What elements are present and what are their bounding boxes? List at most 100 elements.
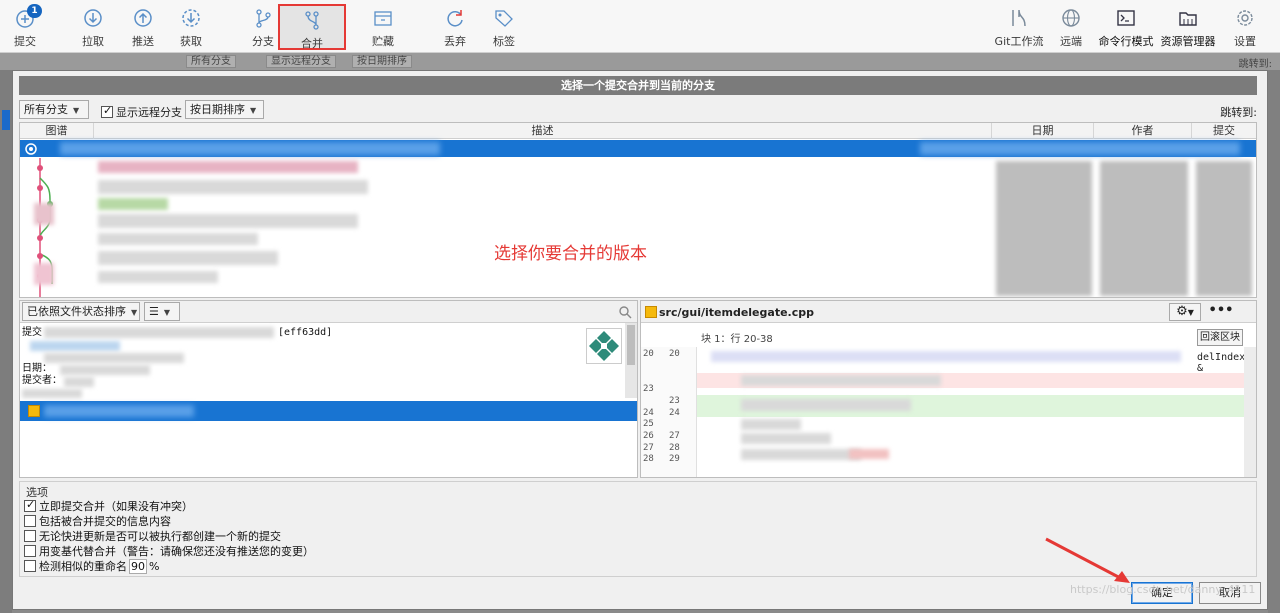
checkbox-box	[24, 515, 36, 527]
line-number-gutter: 20 23 24 25 26 27 28 20 23 24 27 28 29	[641, 347, 697, 477]
option-include-messages[interactable]: 包括被合并提交的信息内容	[24, 513, 171, 529]
pull-button[interactable]: 拉取	[68, 4, 118, 50]
view-mode-select[interactable]: ☰ ▼	[144, 302, 180, 321]
branch-filter-value: 所有分支	[24, 103, 68, 116]
option-detect-renames[interactable]: 检测相似的重命名 90%	[24, 558, 159, 574]
settings-button[interactable]: 设置	[1220, 4, 1270, 50]
settings-label: 设置	[1234, 35, 1256, 48]
head-commit-icon	[25, 143, 37, 155]
merge-dialog: 选择一个提交合并到当前的分支 所有分支▼ 显示远程分支 按日期排序▼ 跳转到: …	[12, 70, 1268, 610]
git-flow-icon	[1012, 9, 1026, 27]
chevron-down-icon: ▼	[131, 308, 138, 317]
commit-hash: [eff63dd]	[278, 327, 333, 338]
modified-file-icon	[28, 405, 40, 417]
discard-icon	[447, 10, 463, 27]
old-line-numbers: 20 23 24 25 26 27 28	[643, 349, 654, 465]
chevron-down-icon: ▼	[73, 106, 80, 115]
option-no-fast-forward[interactable]: 无论快进更新是否可以被执行都创建一个新的提交	[24, 528, 281, 544]
terminal-icon	[1117, 10, 1135, 26]
commit-button[interactable]: 提交	[0, 4, 50, 50]
main-toolbar: 提交 1 拉取 推送 获取 分支 合并 贮藏 丢弃 标签 Git工作流 远端 命…	[0, 0, 1280, 53]
column-graph[interactable]: 图谱	[20, 123, 94, 139]
discard-button[interactable]: 丢弃	[430, 4, 480, 50]
explorer-button[interactable]: 资源管理器	[1158, 4, 1218, 50]
chevron-down-icon: ▼	[250, 106, 257, 115]
hunk-header: 块 1：行 20-38	[701, 334, 773, 345]
tag-icon	[495, 10, 513, 27]
search-icon[interactable]	[618, 305, 632, 319]
checkbox-box	[24, 560, 36, 572]
list-icon: ☰	[149, 305, 159, 318]
column-date[interactable]: 日期	[992, 123, 1094, 139]
sort-order-select[interactable]: 按日期排序 ▼	[185, 100, 264, 119]
rename-threshold-input[interactable]: 90	[129, 559, 147, 574]
column-description[interactable]: 描述	[94, 123, 992, 139]
diff-file-path: src/gui/itemdelegate.cpp	[659, 306, 814, 319]
remote-button[interactable]: 远端	[1046, 4, 1096, 50]
fetch-button[interactable]: 获取	[166, 4, 216, 50]
watermark: https://blog.csdn.net/danny_4111	[1070, 583, 1256, 596]
stash-button[interactable]: 贮藏	[358, 4, 408, 50]
gear-icon	[1237, 10, 1253, 26]
commit-list[interactable]: 图谱 描述 日期 作者 提交 选择你要合并的版本	[19, 122, 1257, 298]
branch-filter-select[interactable]: 所有分支 ▼	[19, 100, 89, 119]
details-scrollbar[interactable]	[625, 323, 637, 398]
merge-hint-annotation: 选择你要合并的版本	[494, 244, 647, 264]
bg-jump-label: 跳转到:	[1238, 59, 1272, 70]
modified-file-icon	[645, 306, 657, 318]
explorer-label: 资源管理器	[1160, 35, 1216, 48]
more-icon[interactable]: •••	[1207, 303, 1235, 321]
pull-icon	[84, 9, 102, 27]
dialog-title: 选择一个提交合并到当前的分支	[19, 76, 1257, 95]
selected-commit-row[interactable]	[20, 140, 1256, 157]
avatar	[586, 328, 622, 364]
push-label: 推送	[132, 35, 154, 48]
tag-button[interactable]: 标签	[479, 4, 529, 50]
file-sort-select[interactable]: 已依照文件状态排序 ▼	[22, 302, 140, 321]
background-filter-bar: 所有分支 显示远程分支 按日期排序 跳转到:	[0, 53, 1280, 70]
terminal-button[interactable]: 命令行模式	[1096, 4, 1156, 50]
date-label: 日期：	[22, 363, 52, 374]
discard-label: 丢弃	[444, 35, 466, 48]
globe-icon	[1062, 9, 1080, 27]
git-flow-button[interactable]: Git工作流	[991, 4, 1047, 50]
push-icon	[134, 9, 152, 27]
avatar-identicon	[587, 329, 621, 363]
bg-sort-order: 按日期排序	[352, 55, 412, 68]
stash-icon	[374, 11, 392, 26]
commit-details-panel: 已依照文件状态排序 ▼ ☰ ▼ 提交 日期： 提交者： [eff63dd]	[19, 300, 638, 478]
remote-label: 远端	[1060, 35, 1082, 48]
commit-graph	[37, 158, 53, 297]
show-remote-checkbox[interactable]: 显示远程分支	[101, 104, 182, 120]
option-commit-immediately[interactable]: 立即提交合并（如果没有冲突）	[24, 498, 193, 514]
file-sort-value: 已依照文件状态排序	[27, 305, 126, 318]
background-sidebar	[0, 70, 12, 613]
tag-label: 标签	[493, 35, 515, 48]
file-list-toolbar: 已依照文件状态排序 ▼ ☰ ▼	[20, 301, 637, 323]
pull-label: 拉取	[82, 35, 104, 48]
selected-file-row[interactable]	[20, 401, 637, 421]
show-remote-label: 显示远程分支	[116, 106, 182, 119]
diff-options-button[interactable]: ⚙▼	[1169, 303, 1201, 321]
sort-order-value: 按日期排序	[190, 103, 245, 116]
merge-button[interactable]: 合并	[278, 4, 346, 50]
commit-list-header: 图谱 描述 日期 作者 提交	[20, 123, 1256, 139]
column-author[interactable]: 作者	[1094, 123, 1192, 139]
revert-hunk-button[interactable]: 回滚区块	[1197, 329, 1243, 346]
branch-icon	[256, 9, 271, 28]
gear-icon: ⚙	[1176, 304, 1188, 319]
checkbox-box	[24, 545, 36, 557]
commit-count-badge: 1	[27, 4, 42, 18]
checkbox-box	[24, 530, 36, 542]
commit-label: 提交	[14, 35, 36, 48]
checkbox-box	[101, 104, 113, 118]
option-rebase[interactable]: 用变基代替合并（警告：请确保您还没有推送您的变更）	[24, 543, 314, 559]
terminal-label: 命令行模式	[1098, 35, 1154, 48]
diff-scrollbar[interactable]	[1244, 347, 1256, 477]
bg-remote-toggle: 显示远程分支	[266, 55, 336, 68]
checkbox-box	[24, 498, 36, 512]
chevron-down-icon: ▼	[163, 308, 171, 317]
push-button[interactable]: 推送	[118, 4, 168, 50]
merge-icon	[305, 11, 319, 30]
column-commit[interactable]: 提交	[1192, 123, 1256, 139]
